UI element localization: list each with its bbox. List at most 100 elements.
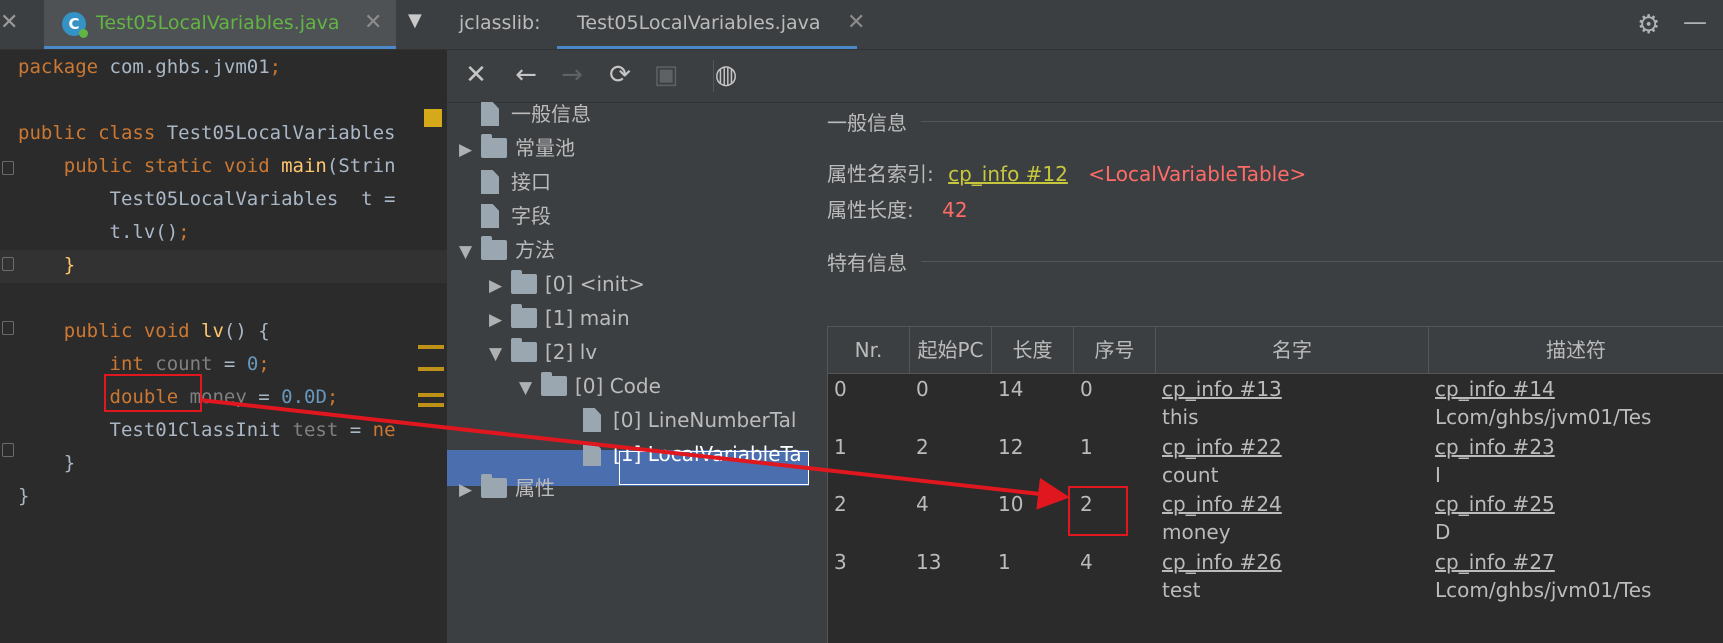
collapsed-arrow-icon[interactable]: ▶ [459, 133, 481, 167]
cell-descriptor: Lcom/ghbs/jvm01/Tes [1435, 577, 1652, 602]
expanded-arrow-icon[interactable]: ▼ [459, 235, 481, 269]
cell-index: 4 [1080, 549, 1093, 574]
folder-icon [511, 270, 537, 294]
code-line[interactable]: package com.ghbs.jvm01; [18, 51, 281, 84]
close-icon[interactable]: ✕ [364, 10, 382, 35]
cell-descriptor-link[interactable]: cp_info #25 [1435, 492, 1555, 516]
code-token: } [18, 452, 76, 474]
tree-node[interactable]: ▼ [2] lv [489, 335, 597, 369]
tree-node[interactable]: ▶ 常量池 [459, 131, 575, 165]
minimize-icon[interactable]: — [1683, 8, 1707, 36]
code-token: int [18, 353, 156, 375]
attr-name-link[interactable]: cp_info #12 [948, 162, 1068, 186]
code-token: lv [201, 320, 224, 342]
code-line[interactable]: } [18, 447, 75, 480]
cell-nr: 2 [834, 492, 847, 516]
code-token: } [18, 254, 76, 276]
cell-descriptor: I [1435, 462, 1441, 487]
class-structure-tree[interactable]: 一般信息 ▶ 常量池 接口 字段 ▼ 方法 ▶ [0] <init> ▶ [1] main ▼ [2] … [447, 102, 809, 643]
code-token: = [212, 353, 247, 375]
tree-node[interactable]: 字段 [459, 199, 551, 233]
code-token: Test05LocalVariables t = [18, 188, 396, 210]
tree-node[interactable]: [0] LineNumberTal [561, 403, 796, 437]
code-line[interactable]: public void lv() { [18, 315, 270, 348]
cell-descriptor-link[interactable]: cp_info #14 [1435, 377, 1555, 401]
refresh-icon[interactable]: ⟳ [603, 58, 637, 92]
column-header[interactable]: 起始PC [910, 327, 992, 373]
table-row[interactable]: 2 4 10 2 cp_info #24 money cp_info #25 D [828, 488, 1723, 545]
column-header[interactable]: 长度 [992, 327, 1074, 373]
cell-name: count [1162, 462, 1219, 487]
local-variable-table[interactable]: Nr. 起始PC 长度 序号 名字 描述符 0 0 14 0 cp_info #13 this cp_… [827, 326, 1723, 643]
code-line[interactable]: Test01ClassInit test = ne [18, 414, 396, 447]
collapsed-arrow-icon[interactable]: ▶ [459, 473, 481, 507]
code-line[interactable]: t.lv(); [18, 216, 190, 249]
tree-node[interactable]: 一般信息 [459, 97, 591, 131]
section-title-general: 一般信息 [827, 111, 907, 135]
code-line[interactable]: public static void main(Strin [18, 150, 396, 183]
folder-icon [481, 474, 507, 498]
close-icon[interactable]: ✕ [0, 10, 18, 35]
column-header[interactable]: 描述符 [1429, 327, 1723, 373]
table-row[interactable]: 1 2 12 1 cp_info #22 count cp_info #23 I [828, 431, 1723, 488]
code-line[interactable]: public class Test05LocalVariables [18, 117, 396, 150]
cell-descriptor-link[interactable]: cp_info #27 [1435, 550, 1555, 574]
fold-icon[interactable] [2, 161, 14, 175]
fold-icon[interactable] [2, 321, 14, 335]
chevron-down-icon[interactable]: ▼ [408, 10, 422, 31]
tree-node[interactable]: [1] LocalVariableTa [561, 437, 802, 471]
cell-name-link[interactable]: cp_info #26 [1162, 550, 1282, 574]
code-token: public static void [18, 155, 282, 177]
collapsed-arrow-icon[interactable]: ▶ [489, 269, 511, 303]
back-arrow-icon[interactable]: ← [509, 58, 543, 92]
fold-icon[interactable] [2, 257, 14, 271]
column-header[interactable]: 序号 [1074, 327, 1156, 373]
warning-stripe[interactable] [418, 403, 444, 407]
file-icon [481, 102, 499, 126]
warning-stripe[interactable] [418, 345, 444, 349]
code-token: ; [326, 386, 339, 408]
cell-descriptor-link[interactable]: cp_info #23 [1435, 435, 1555, 459]
tree-node[interactable]: 接口 [459, 165, 551, 199]
code-line[interactable]: Test05LocalVariables t = [18, 183, 396, 216]
save-icon[interactable]: ▣ [649, 58, 683, 92]
code-line[interactable]: } [18, 480, 29, 513]
tree-node[interactable]: ▶ 属性 [459, 471, 555, 505]
jclasslib-tab-active[interactable]: Test05LocalVariables.java ✕ [557, 0, 865, 49]
globe-icon[interactable]: ◍ [709, 58, 743, 92]
code-token: main [281, 155, 327, 177]
cell-name-link[interactable]: cp_info #13 [1162, 377, 1282, 401]
attr-length-row: 属性长度: 42 [827, 194, 968, 223]
editor-tab-active[interactable]: C Test05LocalVariables.java ✕ [44, 0, 396, 49]
jclasslib-header: jclasslib: Test05LocalVariables.java ✕ ⚙… [447, 0, 1723, 49]
warning-stripe[interactable] [418, 367, 444, 371]
warning-marker-icon[interactable] [424, 109, 442, 127]
gear-icon[interactable]: ⚙ [1637, 10, 1660, 40]
expanded-arrow-icon[interactable]: ▼ [519, 371, 541, 405]
fold-icon[interactable] [2, 443, 14, 457]
folder-icon [541, 372, 567, 396]
close-icon[interactable]: ✕ [459, 58, 493, 92]
expanded-arrow-icon[interactable]: ▼ [489, 337, 511, 371]
tree-node[interactable]: ▶ [0] <init> [489, 267, 645, 301]
close-icon[interactable]: ✕ [847, 10, 865, 35]
tree-node[interactable]: ▼ 方法 [459, 233, 555, 267]
table-row[interactable]: 0 0 14 0 cp_info #13 this cp_info #14 Lcom/ghbs… [828, 373, 1723, 430]
tree-node[interactable]: ▶ [1] main [489, 301, 630, 335]
tree-node-label: [0] <init> [545, 272, 645, 296]
forward-arrow-icon[interactable]: → [555, 58, 589, 92]
code-area[interactable]: package com.ghbs.jvm01; public class Test… [0, 51, 447, 643]
code-editor[interactable]: ✕ C Test05LocalVariables.java ✕ ▼ packag… [0, 0, 447, 643]
table-row[interactable]: 3 13 1 4 cp_info #26 test cp_info #27 Lcom/ghbs… [828, 546, 1723, 603]
column-header[interactable]: 名字 [1156, 327, 1429, 373]
collapsed-arrow-icon[interactable]: ▶ [489, 303, 511, 337]
cell-name-link[interactable]: cp_info #24 [1162, 492, 1282, 516]
column-header[interactable]: Nr. [828, 327, 910, 373]
tree-node-label: 一般信息 [511, 102, 591, 126]
folder-icon [511, 304, 537, 328]
cell-name-link[interactable]: cp_info #22 [1162, 435, 1282, 459]
tree-node-label: 属性 [515, 476, 555, 500]
warning-stripe[interactable] [418, 393, 444, 397]
code-line[interactable]: } [18, 249, 75, 282]
tree-node[interactable]: ▼ [0] Code [519, 369, 661, 403]
